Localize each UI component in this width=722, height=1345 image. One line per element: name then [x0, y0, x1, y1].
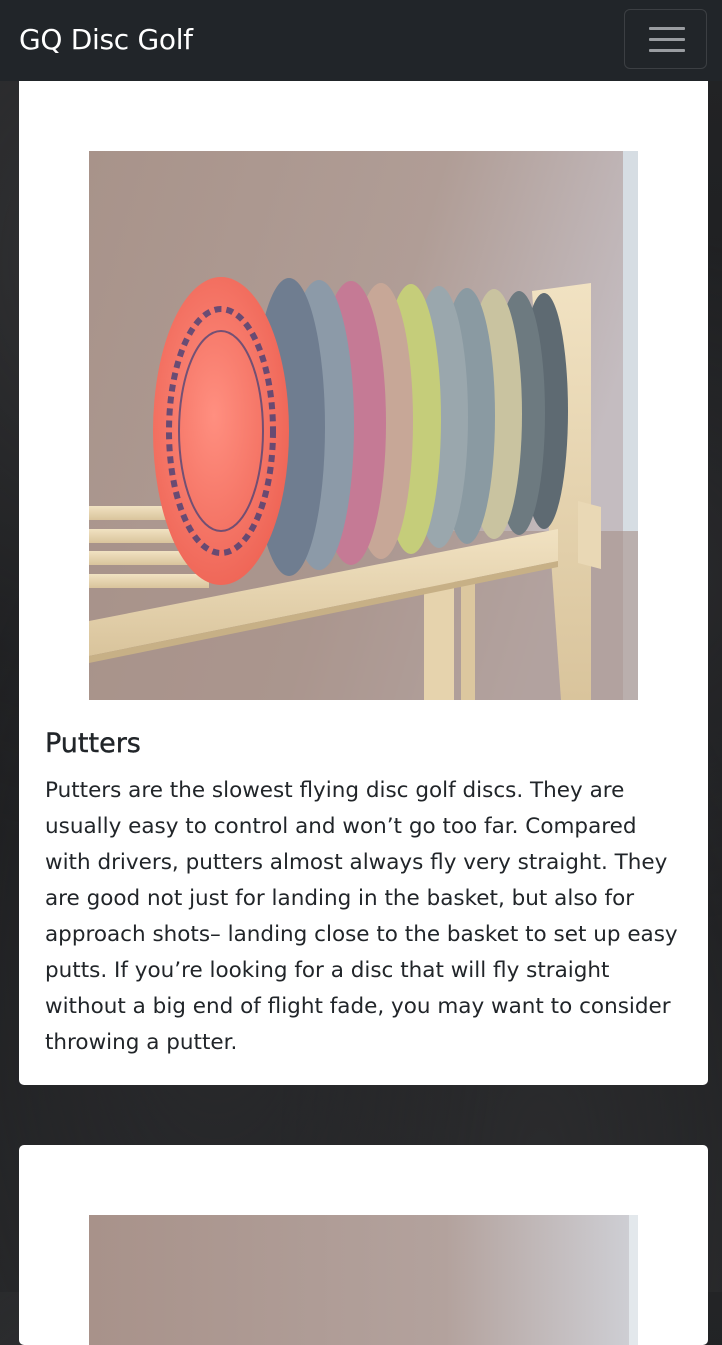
navbar: GQ Disc Golf [0, 0, 722, 81]
card-photo [89, 1215, 638, 1345]
hamburger-menu-icon-bar-2 [649, 38, 685, 41]
product-card-next [19, 1145, 708, 1345]
putters-photo [89, 151, 638, 700]
navbar-toggle-button[interactable] [624, 9, 707, 69]
card-title: Putters [45, 728, 141, 759]
hamburger-menu-icon [649, 27, 685, 30]
card-description: Putters are the slowest flying disc golf… [45, 778, 678, 1055]
hamburger-menu-icon-bar-3 [649, 49, 685, 52]
product-card-putters: Putters Putters are the slowest flying d… [19, 81, 708, 1085]
brand-link[interactable]: GQ Disc Golf [19, 21, 193, 59]
